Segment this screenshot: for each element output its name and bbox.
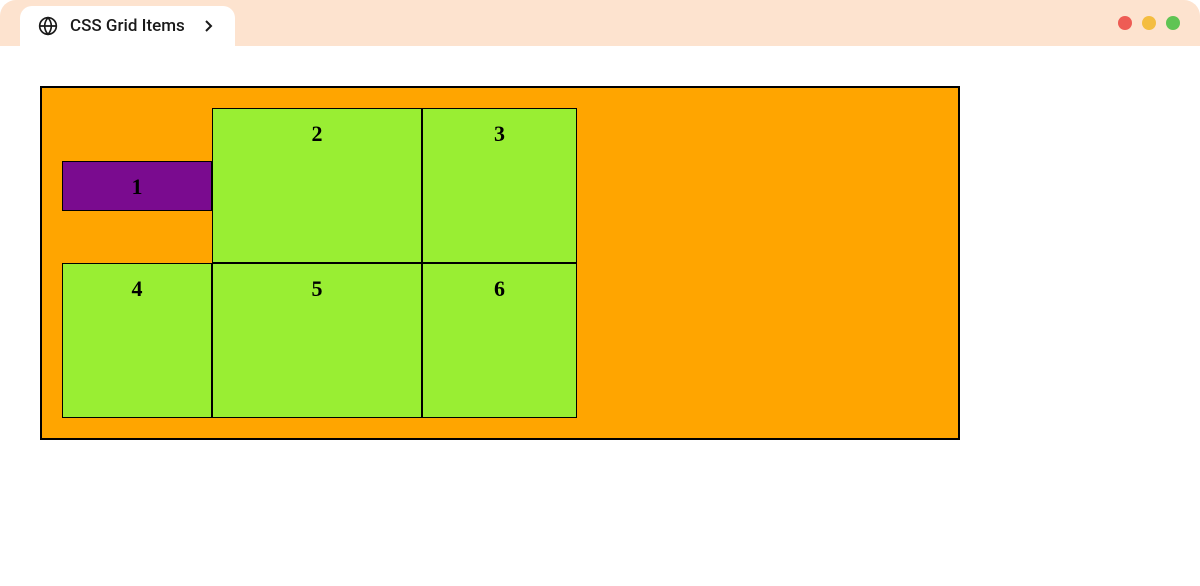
chevron-right-icon <box>201 18 217 34</box>
browser-window: CSS Grid Items 1 2 3 4 5 6 <box>0 0 1200 586</box>
globe-icon <box>38 16 58 36</box>
grid-container: 1 2 3 4 5 6 <box>40 86 960 440</box>
close-button[interactable] <box>1118 16 1132 30</box>
minimize-button[interactable] <box>1142 16 1156 30</box>
maximize-button[interactable] <box>1166 16 1180 30</box>
browser-tab[interactable]: CSS Grid Items <box>20 6 235 46</box>
titlebar: CSS Grid Items <box>0 0 1200 46</box>
tab-title: CSS Grid Items <box>70 16 185 36</box>
grid-item-4: 4 <box>62 263 212 418</box>
grid-item-1: 1 <box>62 161 212 211</box>
content-area: 1 2 3 4 5 6 <box>0 46 1200 480</box>
grid-item-5: 5 <box>212 263 422 418</box>
grid-item-2: 2 <box>212 108 422 263</box>
grid-item-6: 6 <box>422 263 577 418</box>
grid-item-3: 3 <box>422 108 577 263</box>
traffic-lights <box>1118 16 1180 30</box>
